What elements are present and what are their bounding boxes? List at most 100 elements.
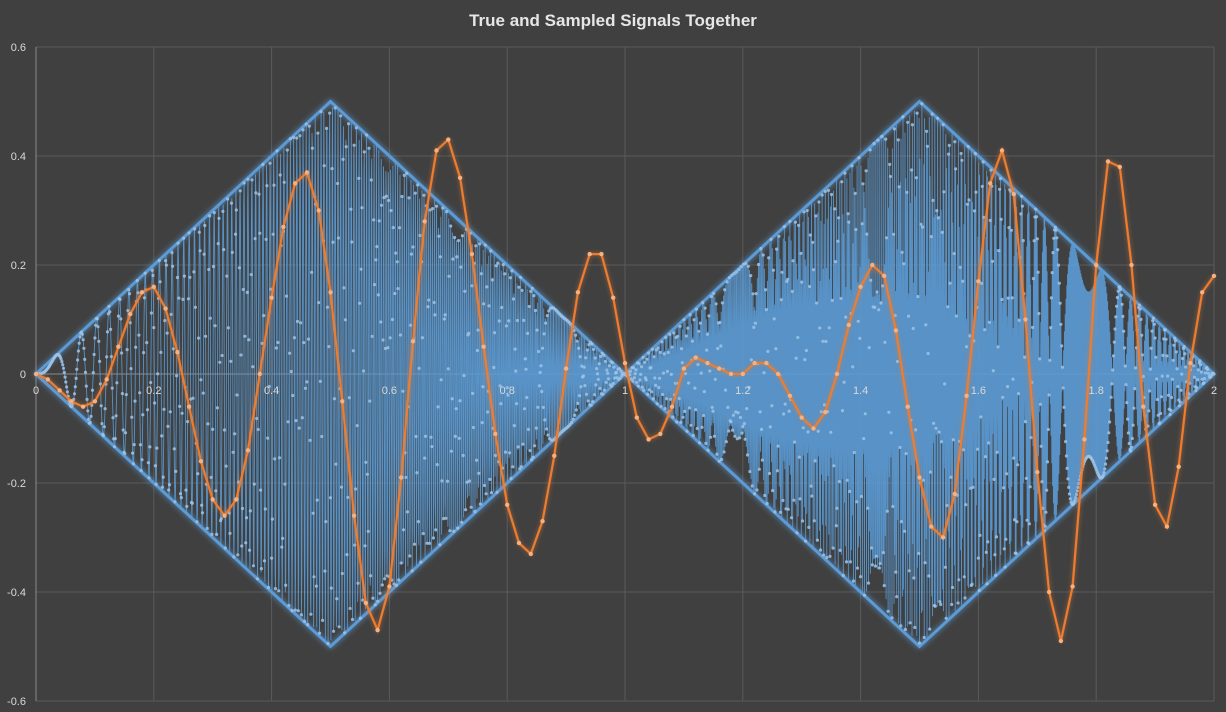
true-signal-point <box>1113 327 1117 331</box>
true-signal-point <box>834 524 838 528</box>
true-signal-point <box>814 214 818 218</box>
true-signal-point <box>767 256 771 260</box>
true-signal-point <box>420 336 424 340</box>
true-signal-point <box>64 380 68 384</box>
true-signal-point <box>683 372 688 376</box>
true-signal-point <box>996 345 1000 349</box>
true-signal-point <box>421 532 425 536</box>
true-signal-point <box>1052 236 1056 240</box>
true-signal-point <box>677 396 681 401</box>
true-signal-point <box>1063 423 1067 427</box>
true-signal-point <box>150 268 154 272</box>
true-signal-point <box>422 193 426 197</box>
true-signal-point <box>238 189 242 193</box>
true-signal-point <box>202 252 206 256</box>
true-signal-point <box>711 409 715 413</box>
true-signal-point <box>978 533 982 538</box>
true-signal-point <box>443 313 447 317</box>
true-signal-point <box>365 133 369 137</box>
true-signal-point <box>1068 497 1072 501</box>
true-signal-point <box>914 428 918 432</box>
true-signal-point <box>1011 377 1015 381</box>
sampled-signal-point <box>740 371 745 377</box>
sampled-signal-point <box>1094 262 1099 268</box>
true-signal-point <box>410 569 414 573</box>
true-signal-point <box>112 445 117 449</box>
true-signal-point <box>546 433 550 437</box>
true-signal-point <box>647 351 651 355</box>
true-signal-point <box>800 280 804 284</box>
true-signal-point <box>308 438 312 442</box>
sampled-signal-point <box>882 273 887 279</box>
true-signal-point <box>947 143 951 147</box>
true-signal-point <box>226 197 230 201</box>
true-signal-point <box>1021 239 1025 243</box>
sampled-signal-point <box>446 137 451 142</box>
true-signal-point <box>636 384 641 388</box>
true-signal-point <box>1170 395 1174 400</box>
true-signal-point <box>283 482 287 486</box>
true-signal-point <box>288 351 292 355</box>
true-signal-point <box>151 273 155 278</box>
true-signal-point <box>1124 383 1128 387</box>
sampled-signal-point <box>1211 273 1217 279</box>
true-signal-point <box>204 334 208 338</box>
true-signal-point <box>811 268 816 272</box>
sampled-signal-point <box>1200 290 1205 295</box>
sampled-signal-point <box>1141 404 1146 409</box>
true-signal-point <box>583 384 587 388</box>
true-signal-point <box>244 516 249 520</box>
true-signal-point <box>797 223 801 227</box>
true-signal-point <box>168 410 172 414</box>
sampled-signal-point <box>422 219 427 224</box>
true-signal-point <box>749 358 754 362</box>
true-signal-point <box>1175 367 1179 371</box>
true-signal-point <box>536 405 540 409</box>
sampled-signal-point <box>634 415 639 420</box>
true-signal-point <box>147 476 151 480</box>
true-signal-point <box>876 138 880 142</box>
true-signal-point <box>531 455 535 459</box>
sampled-signal-point <box>128 311 133 317</box>
true-signal-point <box>637 362 641 366</box>
true-signal-point <box>467 479 472 483</box>
true-signal-point <box>454 407 458 411</box>
true-signal-point <box>900 250 904 254</box>
sampled-signal-point <box>1176 464 1181 469</box>
true-signal-point <box>1009 228 1014 232</box>
true-signal-point <box>723 288 727 292</box>
true-signal-point <box>854 227 858 232</box>
true-signal-point <box>884 137 888 141</box>
true-signal-point <box>1017 318 1021 322</box>
true-signal-point <box>799 251 803 255</box>
true-signal-point <box>447 274 451 278</box>
true-signal-point <box>919 222 923 226</box>
true-signal-point <box>162 407 166 411</box>
sampled-signal-point <box>410 339 416 344</box>
true-signal-point <box>1002 547 1006 551</box>
sampled-signal-point <box>705 360 710 366</box>
true-signal-point <box>995 450 999 454</box>
true-signal-point <box>1104 456 1108 460</box>
true-signal-point <box>933 604 937 608</box>
true-signal-point <box>943 382 947 386</box>
true-signal-point <box>694 408 698 412</box>
true-signal-point <box>263 507 267 511</box>
true-signal-point <box>78 335 82 339</box>
true-signal-point <box>196 472 200 476</box>
true-signal-point <box>987 441 991 445</box>
sampled-signal-point <box>528 551 533 557</box>
true-signal-point <box>1003 565 1007 569</box>
true-signal-point <box>790 289 794 293</box>
true-signal-point <box>591 400 595 404</box>
true-signal-point <box>246 177 250 181</box>
true-signal-point <box>208 214 212 218</box>
x-tick-label: 1.6 <box>971 385 986 397</box>
true-signal-point <box>904 452 908 456</box>
true-signal-point <box>1061 386 1065 390</box>
true-signal-point <box>270 517 274 521</box>
true-signal-point <box>807 525 811 530</box>
true-signal-point <box>433 313 437 317</box>
true-signal-point <box>273 587 278 591</box>
true-signal-point <box>738 436 742 440</box>
